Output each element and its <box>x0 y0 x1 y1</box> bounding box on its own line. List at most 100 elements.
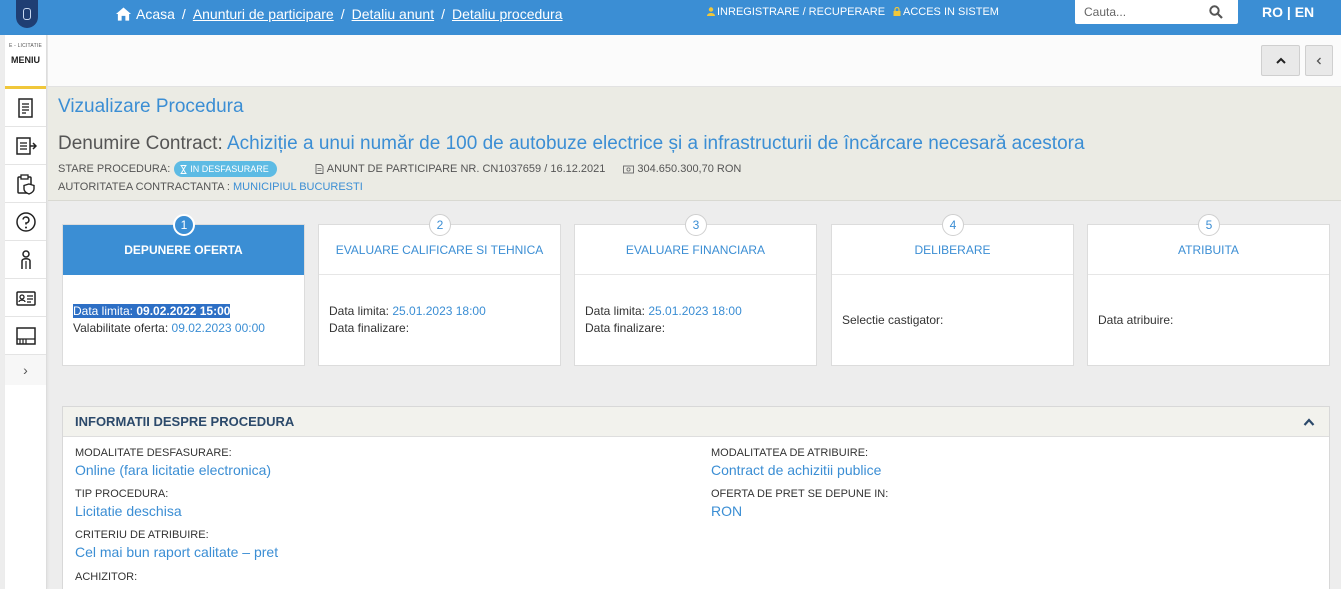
export-list-icon <box>15 136 37 155</box>
sidebar-expand-button[interactable]: › <box>5 355 46 385</box>
field-oferta-de-pret: OFERTA DE PRET SE DEPUNE IN: RON <box>711 488 888 519</box>
sidebar-item-user[interactable] <box>5 241 46 279</box>
sidebar: E - LICITATIE MENIU › <box>5 35 47 589</box>
contract-name-row: Denumire Contract: Achiziție a unui numă… <box>58 133 1085 155</box>
top-bar: Acasa / Anunturi de participare / Detali… <box>0 0 1341 35</box>
field-value: Licitatie deschisa <box>75 503 182 519</box>
value-info: 304.650.300,70 RON <box>623 163 741 175</box>
register-link[interactable]: INREGISTRARE / RECUPERARE <box>707 0 885 23</box>
award-date-label: Data atribuire: <box>1098 312 1174 327</box>
sidebar-header[interactable]: E - LICITATIE MENIU <box>5 35 46 89</box>
sidebar-item-documents[interactable] <box>5 89 46 127</box>
completion-label: Data finalizare: <box>329 321 410 335</box>
language-switch[interactable]: RO | EN <box>1262 4 1314 20</box>
breadcrumb-announcement-detail[interactable]: Detaliu anunt <box>352 6 435 22</box>
catalog-icon <box>15 326 36 345</box>
register-label: INREGISTRARE / RECUPERARE <box>717 5 886 18</box>
step-evaluare-calificare[interactable]: 2 EVALUARE CALIFICARE SI TEHNICA Data li… <box>318 214 561 366</box>
chevron-right-icon: › <box>23 362 28 378</box>
field-value: RON <box>711 503 743 519</box>
search-input[interactable] <box>1075 0 1205 24</box>
notice-number: ANUNT DE PARTICIPARE NR. CN1037659 / 16.… <box>326 163 606 175</box>
field-criteriu-de-atribuire: CRITERIU DE ATRIBUIRE: Cel mai bun rapor… <box>75 529 278 560</box>
field-value: Online (fara licitatie electronica) <box>75 462 272 478</box>
clipboard-shield-icon <box>16 173 35 195</box>
toolbar-strip <box>48 35 1341 87</box>
deadline-label: Data limita: <box>585 304 649 318</box>
search-box <box>1075 0 1238 24</box>
money-icon <box>623 165 635 173</box>
step-atribuita[interactable]: 5 ATRIBUITA Data atribuire: <box>1087 214 1330 366</box>
breadcrumb-separator: / <box>181 5 186 22</box>
step-details: Data limita: 09.02.2022 15:00 Valabilita… <box>73 275 298 365</box>
field-label: ACHIZITOR: <box>75 571 138 583</box>
back-button[interactable] <box>1305 45 1333 76</box>
login-label: ACCES IN SISTEM <box>903 5 999 18</box>
completion-label: Data finalizare: <box>585 321 666 335</box>
field-tip-procedura: TIP PROCEDURA: Licitatie deschisa <box>75 488 182 519</box>
search-icon[interactable] <box>1209 5 1223 19</box>
help-icon <box>15 211 36 232</box>
menu-label: MENIU <box>11 55 40 65</box>
chevron-up-icon[interactable] <box>1303 417 1315 427</box>
step-details: Data limita: 25.01.2023 18:00 Data final… <box>585 275 810 365</box>
estimated-value: 304.650.300,70 RON <box>637 163 742 175</box>
page-title: Vizualizare Procedura <box>58 96 244 117</box>
field-label: TIP PROCEDURA: <box>75 488 169 500</box>
step-deliberare[interactable]: 4 DELIBERARE Selectie castigator: <box>831 214 1074 366</box>
chevron-left-icon <box>1316 57 1321 64</box>
logo-icon[interactable] <box>16 0 38 28</box>
field-label: MODALITATEA DE ATRIBUIRE: <box>711 447 869 459</box>
field-label: MODALITATE DESFASURARE: <box>75 447 232 459</box>
field-value: Contract de achizitii publice <box>711 462 882 478</box>
breadcrumb-procedure-detail[interactable]: Detaliu procedura <box>452 6 563 22</box>
chevron-up-icon <box>1275 57 1286 64</box>
step-number: 4 <box>942 214 964 236</box>
status-badge: IN DESFASURARE <box>174 161 277 177</box>
breadcrumb-separator: / <box>441 5 445 22</box>
status-label: STARE PROCEDURA: <box>58 163 171 175</box>
step-number: 5 <box>1198 214 1220 236</box>
deadline-value: 25.01.2023 18:00 <box>392 304 486 318</box>
deadline-label: Data limita: <box>73 304 137 318</box>
contract-name: Achiziție a unui număr de 100 de autobuz… <box>226 133 1085 154</box>
validity-value: 09.02.2023 00:00 <box>171 321 265 335</box>
authority-name[interactable]: MUNICIPIUL BUCURESTI <box>233 181 363 193</box>
procedure-info-panel: INFORMATII DESPRE PROCEDURA MODALITATE D… <box>62 406 1330 589</box>
validity-label: Valabilitate oferta: <box>73 321 172 335</box>
step-details: Selectie castigator: <box>842 275 1067 365</box>
authority-label: AUTORITATEA CONTRACTANTA : <box>58 181 230 193</box>
user-icon <box>707 7 715 16</box>
breadcrumb-separator: / <box>340 5 345 22</box>
step-number: 1 <box>173 214 195 236</box>
sidebar-item-help[interactable] <box>5 203 46 241</box>
field-value: Cel mai bun raport calitate – pret <box>75 544 279 560</box>
login-link[interactable]: ACCES IN SISTEM <box>893 0 999 23</box>
deadline-text: Data limita: 09.02.2022 15:00 <box>73 304 231 318</box>
document-list-icon <box>17 97 33 118</box>
step-number: 3 <box>685 214 707 236</box>
breadcrumb-home[interactable]: Acasa <box>136 6 175 22</box>
deadline-label: Data limita: <box>329 304 393 318</box>
hourglass-icon <box>180 164 187 174</box>
step-number: 2 <box>429 214 451 236</box>
sidebar-item-export[interactable] <box>5 127 46 165</box>
breadcrumb-announcements[interactable]: Anunturi de participare <box>193 6 334 22</box>
deadline-value: 25.01.2023 18:00 <box>648 304 742 318</box>
step-details: Data limita: 25.01.2023 18:00 Data final… <box>329 275 554 365</box>
status-text: IN DESFASURARE <box>190 164 269 174</box>
sidebar-item-catalog[interactable] <box>5 317 46 355</box>
panel-header[interactable]: INFORMATII DESPRE PROCEDURA <box>63 407 1329 437</box>
lock-icon <box>893 7 901 16</box>
panel-title: INFORMATII DESPRE PROCEDURA <box>75 414 295 429</box>
step-depunere-oferta[interactable]: 1 DEPUNERE OFERTA Data limita: 09.02.202… <box>62 214 305 366</box>
field-modalitatea-de-atribuire: MODALITATEA DE ATRIBUIRE: Contract de ac… <box>711 447 881 478</box>
step-details: Data atribuire: <box>1098 275 1323 365</box>
brand-label: E - LICITATIE <box>9 43 42 49</box>
field-modalitate-desfasurare: MODALITATE DESFASURARE: Online (fara lic… <box>75 447 271 478</box>
field-label: CRITERIU DE ATRIBUIRE: <box>75 529 209 541</box>
scroll-top-button[interactable] <box>1261 45 1300 76</box>
sidebar-item-account[interactable] <box>5 279 46 317</box>
step-evaluare-financiara[interactable]: 3 EVALUARE FINANCIARA Data limita: 25.01… <box>574 214 817 366</box>
sidebar-item-clipboard[interactable] <box>5 165 46 203</box>
